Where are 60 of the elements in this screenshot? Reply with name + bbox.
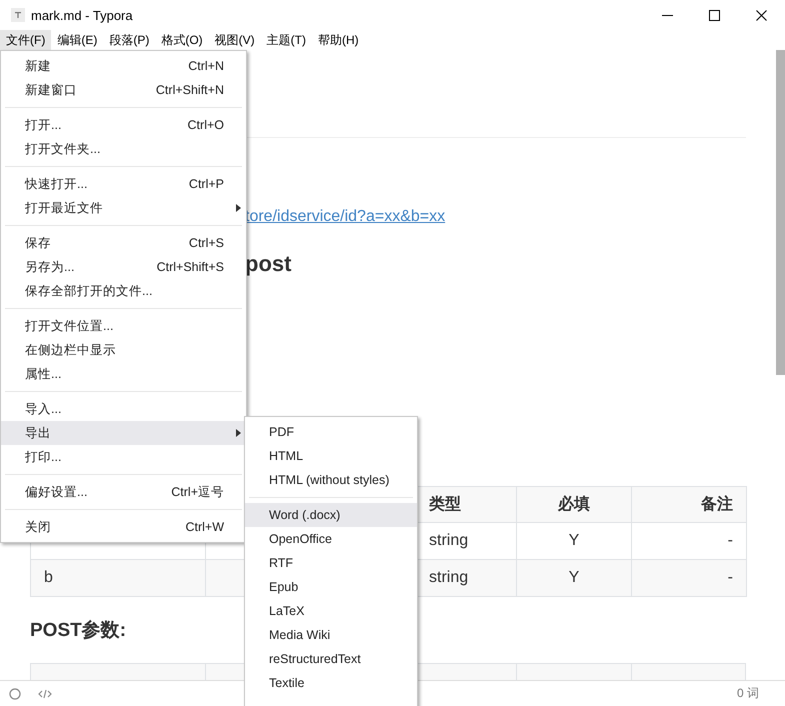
menu-item[interactable]: Textile [245, 671, 417, 695]
menu-item[interactable]: 格式(O) [155, 30, 209, 50]
shortcut: Ctrl+S [188, 236, 224, 250]
menu-item[interactable]: 另存为... Ctrl+Shift+S [1, 255, 246, 279]
menu-item[interactable]: 段落(P) [103, 30, 156, 50]
section-heading: POST参数: [30, 620, 126, 641]
menu-item[interactable]: 打开最近文件 [1, 196, 246, 220]
table-cell: - [632, 560, 746, 596]
menu-item[interactable]: 快速打开... Ctrl+P [1, 172, 246, 196]
shortcut: Ctrl+Shift+N [156, 83, 224, 97]
menu-item[interactable]: 视图(V) [208, 30, 261, 50]
column-header: 备注 [632, 486, 746, 522]
menu-item[interactable]: 偏好设置... Ctrl+逗号 [1, 480, 246, 504]
link[interactable]: tore/idservice/id?a=xx&b=xx [245, 208, 446, 225]
table-cell: b [30, 560, 206, 596]
shortcut: Ctrl+Shift+S [156, 260, 224, 274]
menu-item[interactable]: 新建窗口 Ctrl+Shift+N [1, 78, 246, 102]
menu-item[interactable]: 帮助(H) [312, 30, 365, 50]
menu-item[interactable]: 编辑(E) [51, 30, 104, 50]
code-icon[interactable] [38, 688, 52, 700]
shortcut: Ctrl+O [188, 118, 224, 132]
menu-item[interactable]: Media Wiki [245, 623, 417, 647]
menu-item[interactable]: reStructuredText [245, 647, 417, 671]
menu-item[interactable]: LaTeX [245, 599, 417, 623]
menu-item[interactable]: 保存全部打开的文件... [1, 279, 246, 303]
shortcut: Ctrl+P [188, 177, 224, 191]
heading: post [245, 251, 292, 276]
menu-item[interactable]: HTML [245, 444, 417, 468]
shortcut: Ctrl+逗号 [171, 484, 224, 500]
shortcut: Ctrl+N [188, 59, 224, 73]
menu-item[interactable]: 打开文件夹... [1, 137, 246, 161]
column-header: 必填 [516, 486, 632, 522]
word-count: 0 词 [736, 685, 759, 702]
menu-item[interactable]: 打开文件位置... [1, 314, 246, 338]
table-cell: string [416, 560, 516, 596]
menu-item[interactable]: 导入... [1, 397, 246, 421]
menu-item[interactable]: 文件(F) [0, 30, 52, 50]
menu-item[interactable]: 主题(T) [260, 30, 312, 50]
menu-item[interactable]: 关闭 Ctrl+W [1, 515, 246, 539]
menu-item[interactable]: 导出 [1, 421, 246, 445]
shortcut: Ctrl+W [185, 520, 224, 534]
close-icon[interactable] [756, 10, 767, 20]
menu-item[interactable]: 打印... [1, 445, 246, 469]
scrollbar-thumb[interactable] [776, 50, 785, 375]
menu-item[interactable]: 打开... Ctrl+O [1, 113, 246, 137]
app-icon [11, 8, 25, 22]
menu-item[interactable]: 属性... [1, 362, 246, 386]
menu-item[interactable]: Epub [245, 575, 417, 599]
column-header: 类型 [416, 486, 516, 522]
menu-item[interactable]: 新建 Ctrl+N [1, 54, 246, 78]
menu-item[interactable]: HTML (without styles) [245, 468, 417, 492]
circle-icon[interactable] [9, 688, 21, 700]
menu-item[interactable]: 在侧边栏中显示 [1, 338, 246, 362]
table-cell: Y [516, 560, 632, 596]
window-title: mark.md - Typora [31, 8, 133, 22]
menu-item[interactable]: Word (.docx) [245, 503, 417, 527]
menu-item[interactable]: 保存 Ctrl+S [1, 231, 246, 255]
menu-item[interactable]: RTF [245, 551, 417, 575]
maximize-icon[interactable] [709, 10, 720, 20]
menu-item[interactable]: PDF [245, 420, 417, 444]
